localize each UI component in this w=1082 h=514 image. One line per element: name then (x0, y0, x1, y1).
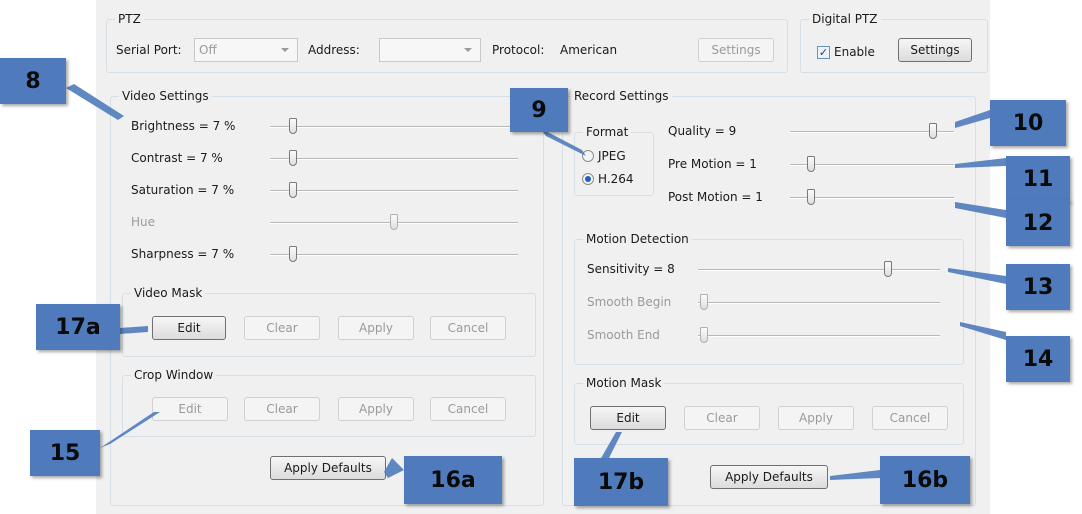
pointer-15 (100, 412, 160, 448)
pointer-9 (540, 128, 586, 156)
callout-pointers (66, 84, 1006, 480)
callout-15: 15 (30, 430, 100, 476)
callout-10: 10 (990, 100, 1066, 146)
pointer-10 (955, 110, 990, 128)
pointer-8 (66, 84, 124, 120)
callout-14: 14 (1006, 336, 1070, 382)
callout-16b: 16b (880, 456, 970, 504)
callout-13: 13 (1006, 264, 1070, 310)
callout-16a: 16a (404, 456, 502, 504)
pointer-11 (955, 158, 1006, 168)
callout-9: 9 (510, 88, 568, 132)
pointer-14 (960, 322, 1006, 340)
callout-12: 12 (1006, 200, 1070, 246)
callout-17a: 17a (36, 304, 120, 350)
pointer-17b (600, 432, 622, 460)
pointer-12 (955, 202, 1006, 218)
callout-11: 11 (1006, 156, 1070, 202)
pointer-16b (830, 470, 880, 480)
pointer-16a (384, 458, 404, 478)
pointer-13 (948, 268, 1006, 284)
callout-8: 8 (0, 58, 66, 104)
callout-17b: 17b (574, 458, 668, 506)
pointer-17a (120, 326, 148, 334)
